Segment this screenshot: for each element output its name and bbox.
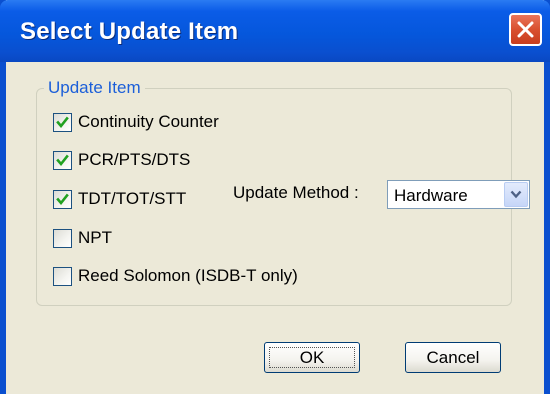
group-label: Update Item [44,78,145,98]
close-button[interactable] [509,13,542,46]
update-item-group: Update Item Continuity Counter PCR/PTS/D… [36,78,530,306]
checkbox-npt[interactable]: NPT [53,227,112,249]
checkbox-reed-solomon[interactable]: Reed Solomon (ISDB-T only) [53,265,298,287]
checkbox-pcr-pts-dts[interactable]: PCR/PTS/DTS [53,149,190,171]
dropdown-button[interactable] [504,182,528,207]
cancel-button[interactable]: Cancel [405,342,501,373]
checkmark-icon [56,193,69,205]
checkbox-box[interactable] [53,228,72,248]
checkbox-label: TDT/TOT/STT [78,189,187,208]
update-method-dropdown[interactable]: Hardware [387,180,530,209]
checkbox-box[interactable] [53,150,72,170]
checkbox-label: Reed Solomon (ISDB-T only) [78,266,298,285]
dialog-window: Select Update Item Update Item Continuit… [0,0,550,394]
checkbox-label: Continuity Counter [78,112,219,131]
update-method-label: Update Method : [233,183,359,202]
window-title: Select Update Item [20,18,239,45]
checkmark-icon [56,154,69,166]
cancel-button-label: Cancel [426,348,480,367]
focus-rectangle [269,347,355,368]
checkbox-label: NPT [78,228,112,247]
checkbox-tdt-tot-stt[interactable]: TDT/TOT/STT [53,188,186,210]
dropdown-value: Hardware [394,186,468,205]
title-bar[interactable]: Select Update Item [0,0,550,62]
checkbox-box[interactable] [53,189,72,209]
checkbox-continuity-counter[interactable]: Continuity Counter [53,111,219,133]
dialog-body: Update Item Continuity Counter PCR/PTS/D… [6,62,544,394]
checkbox-box[interactable] [53,112,72,132]
checkbox-label: PCR/PTS/DTS [78,150,191,169]
chevron-down-icon [510,190,522,199]
checkmark-icon [56,116,69,128]
ok-button[interactable]: OK [264,342,360,373]
close-icon [517,21,534,38]
checkbox-box[interactable] [53,266,72,286]
